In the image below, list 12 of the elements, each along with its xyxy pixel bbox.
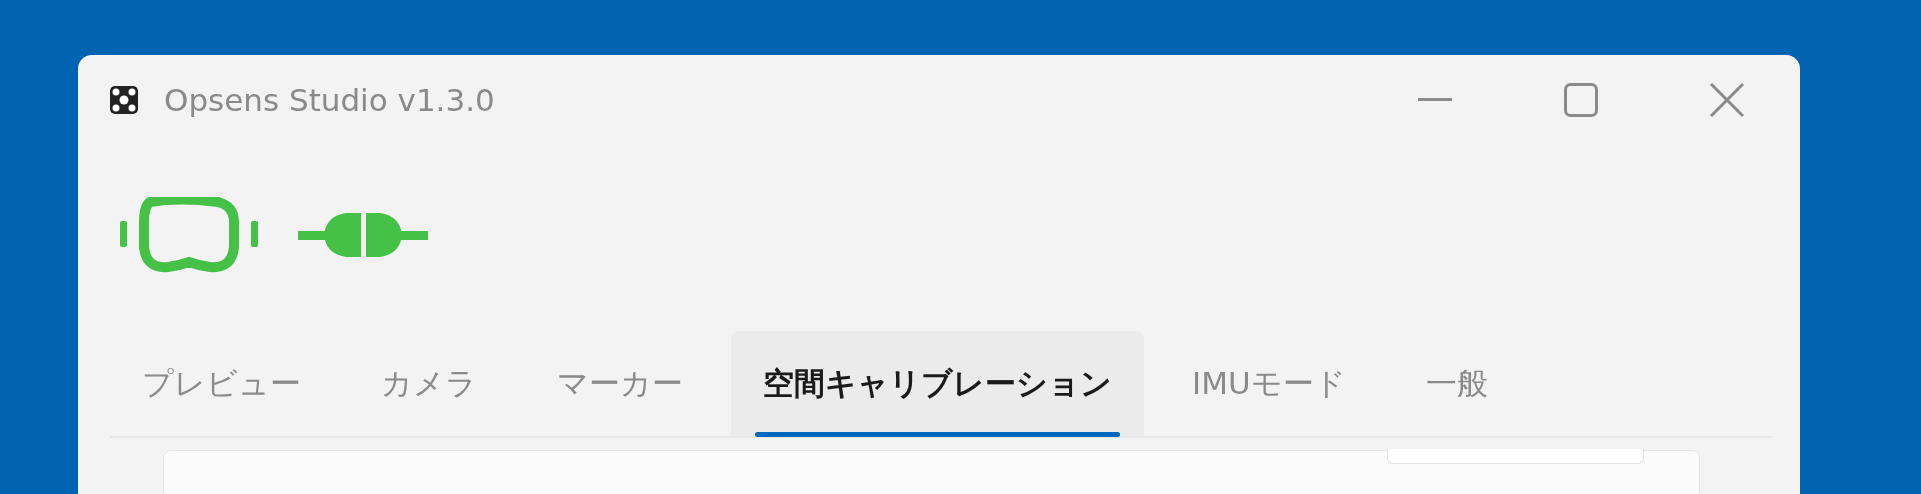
- tab[interactable]: IMUモード: [1160, 331, 1378, 436]
- maximize-icon: [1564, 83, 1598, 117]
- tab[interactable]: 空間キャリブレーション: [731, 331, 1144, 436]
- tab[interactable]: 一般: [1393, 331, 1520, 436]
- input-field[interactable]: [1387, 449, 1644, 464]
- close-icon: [1710, 83, 1744, 117]
- app-icon: [108, 84, 140, 116]
- window-title: Opsens Studio v1.3.0: [164, 82, 496, 118]
- tab[interactable]: カメラ: [349, 331, 509, 436]
- tab[interactable]: マーカー: [525, 331, 715, 436]
- minimize-icon: [1418, 98, 1452, 102]
- tab[interactable]: プレビュー: [110, 331, 333, 436]
